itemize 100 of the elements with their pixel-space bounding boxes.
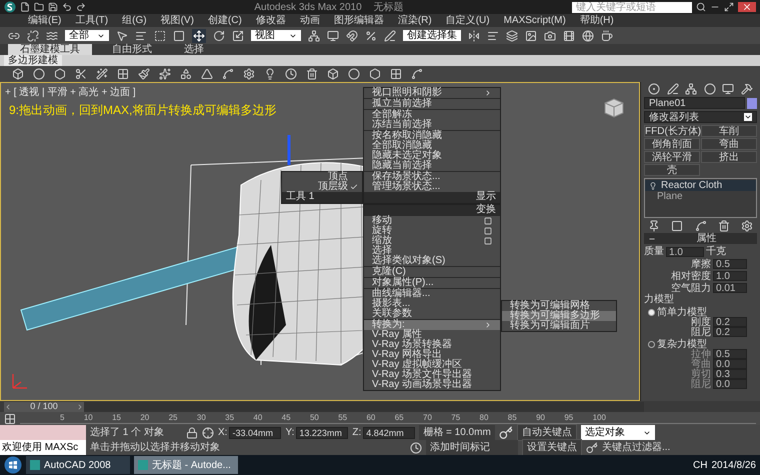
modifier-button[interactable]: 弯曲 xyxy=(701,138,757,150)
pin-stack-icon[interactable] xyxy=(648,220,660,232)
menu-bar-item[interactable]: 视图(V) xyxy=(160,16,194,26)
menu-item[interactable]: 保存场景状态... xyxy=(364,172,500,182)
language-indicator[interactable]: CH xyxy=(693,458,708,472)
modifier-button[interactable]: 壳 xyxy=(644,164,700,176)
motion-tab-icon[interactable] xyxy=(704,83,716,95)
box-icon[interactable] xyxy=(327,68,339,80)
previous-frame-icon[interactable] xyxy=(4,402,12,410)
modify-tab-icon[interactable] xyxy=(666,83,679,95)
delete-icon[interactable] xyxy=(306,68,318,80)
menu-item[interactable]: 按名称取消隐藏 xyxy=(364,131,500,141)
menu-bar-item[interactable]: 组(G) xyxy=(122,16,147,26)
modifier-button[interactable]: 车削 xyxy=(701,125,757,137)
settings-icon[interactable] xyxy=(243,68,255,80)
display-tab-icon[interactable] xyxy=(722,83,734,95)
menu-item[interactable]: 全部取消隐藏 xyxy=(364,141,500,151)
key-filters-button[interactable]: 关键点过滤器... xyxy=(602,440,670,455)
circle-icon[interactable] xyxy=(33,68,45,80)
utilities-tab-icon[interactable] xyxy=(740,83,753,95)
viewport-label[interactable]: + [ 透视 | 平滑 + 高光 + 边面 ] xyxy=(5,85,136,100)
create-tab-icon[interactable] xyxy=(648,83,660,95)
undo-icon[interactable] xyxy=(62,2,72,12)
menu-item[interactable]: 摄影表... xyxy=(364,299,500,309)
redo-icon[interactable] xyxy=(76,2,86,12)
param-field[interactable]: 0.2 xyxy=(713,327,747,337)
rollout-header[interactable]: 属性 xyxy=(644,233,757,244)
key-icon[interactable] xyxy=(498,426,513,440)
menu-bar-item[interactable]: 修改器 xyxy=(256,16,286,26)
time-slider-thumb[interactable]: 0 / 100 xyxy=(4,402,84,412)
param-field[interactable]: 0.3 xyxy=(713,369,747,379)
maxscript-listener[interactable]: 欢迎使用 MAXSc xyxy=(0,425,86,455)
coordinate-field[interactable]: 13.223mm xyxy=(296,426,348,438)
menu-item[interactable]: 顶层级 xyxy=(314,182,362,192)
scale-icon[interactable] xyxy=(232,30,244,42)
time-slider-track[interactable]: 0 / 100 xyxy=(4,402,644,412)
clock-icon[interactable] xyxy=(285,68,297,80)
ribbon-tab[interactable]: 石墨建模工具 xyxy=(8,44,92,55)
spline-icon[interactable] xyxy=(411,68,423,80)
menu-item[interactable]: 孤立当前选择 xyxy=(364,99,500,109)
close-button[interactable] xyxy=(738,2,756,12)
ribbon-tab[interactable]: 自由形式 xyxy=(100,44,164,55)
selection-filter-dropdown[interactable]: 全部 xyxy=(65,30,109,41)
menu-item[interactable]: V-Ray 网格导出 xyxy=(364,350,500,360)
param-field[interactable]: 0.0 xyxy=(713,359,747,369)
menu-item[interactable]: 旋转 xyxy=(364,226,500,236)
modifier-button[interactable]: 涡轮平滑 xyxy=(644,151,700,163)
reference-coordinate-dropdown[interactable]: 视图 xyxy=(251,30,301,41)
menu-item[interactable]: 全部解冻 xyxy=(364,110,500,120)
app-logo-icon[interactable] xyxy=(4,1,16,13)
dropdown-arrow-icon[interactable] xyxy=(744,113,752,121)
menu-item[interactable]: 关联参数 xyxy=(364,309,500,319)
unlink-icon[interactable] xyxy=(27,30,39,42)
modifier-button[interactable]: FFD(长方体) xyxy=(644,125,700,137)
menu-item[interactable]: 视口照明和阴影 xyxy=(364,88,500,98)
hexagon-icon[interactable] xyxy=(369,68,381,80)
coordinate-field[interactable]: 4.842mm xyxy=(363,426,416,438)
param-field[interactable]: 0.5 xyxy=(713,259,747,269)
menu-bar-item[interactable]: 编辑(E) xyxy=(28,16,62,26)
key-filter-icon[interactable] xyxy=(586,442,598,454)
taskbar-app-button[interactable]: 无标题 - Autode... xyxy=(134,456,238,474)
clock-date[interactable]: 2014/8/26 xyxy=(712,458,756,472)
param-field[interactable]: 0.0 xyxy=(713,379,747,389)
param-field[interactable]: 0.2 xyxy=(713,317,747,327)
hierarchy-tab-icon[interactable] xyxy=(685,83,698,95)
set-key-button[interactable]: 设置关键点 xyxy=(522,439,582,456)
cut-icon[interactable] xyxy=(75,68,87,80)
stack-item[interactable]: Reactor Cloth xyxy=(645,180,756,191)
radio-button[interactable] xyxy=(648,340,655,348)
lightbulb-icon[interactable] xyxy=(649,182,657,190)
move-button[interactable] xyxy=(192,28,206,42)
menu-item[interactable]: 冻结当前选择 xyxy=(364,120,500,130)
options-box-icon[interactable] xyxy=(484,227,492,235)
circle-icon[interactable] xyxy=(348,68,360,80)
submenu-item[interactable]: 转换为可编辑面片 xyxy=(502,321,616,331)
radio-button[interactable] xyxy=(648,308,655,316)
menu-bar-item[interactable]: 帮助(H) xyxy=(580,16,614,26)
mass-field[interactable]: 1.0 xyxy=(666,246,704,256)
hexagon-icon[interactable] xyxy=(54,68,66,80)
layers-icon[interactable] xyxy=(506,30,518,42)
light-icon[interactable] xyxy=(264,68,276,80)
ribbon-tab[interactable]: 选择 xyxy=(172,44,216,55)
menu-item[interactable]: 选择类似对象(S) xyxy=(364,256,500,266)
menu-item[interactable]: V-Ray 场景文件导出器 xyxy=(364,370,500,380)
selection-region-icon[interactable] xyxy=(154,30,166,42)
modifier-button[interactable]: 倒角剖面 xyxy=(644,138,700,150)
options-box-icon[interactable] xyxy=(484,217,492,225)
new-file-icon[interactable] xyxy=(20,2,30,12)
next-frame-icon[interactable] xyxy=(76,402,84,410)
menu-bar-item[interactable]: 渲染(R) xyxy=(398,16,432,26)
open-folder-icon[interactable] xyxy=(34,2,44,12)
menu-item[interactable]: 克隆(C) xyxy=(364,267,500,277)
menu-item[interactable]: 缩放 xyxy=(364,236,500,246)
start-button[interactable] xyxy=(4,456,22,474)
configure-icon[interactable] xyxy=(741,220,753,232)
close-icon[interactable] xyxy=(742,2,752,12)
maximize-icon[interactable] xyxy=(724,2,734,12)
align-icon[interactable] xyxy=(487,30,499,42)
object-color-swatch[interactable] xyxy=(747,98,757,108)
menu-item[interactable]: 移动 xyxy=(364,216,500,226)
